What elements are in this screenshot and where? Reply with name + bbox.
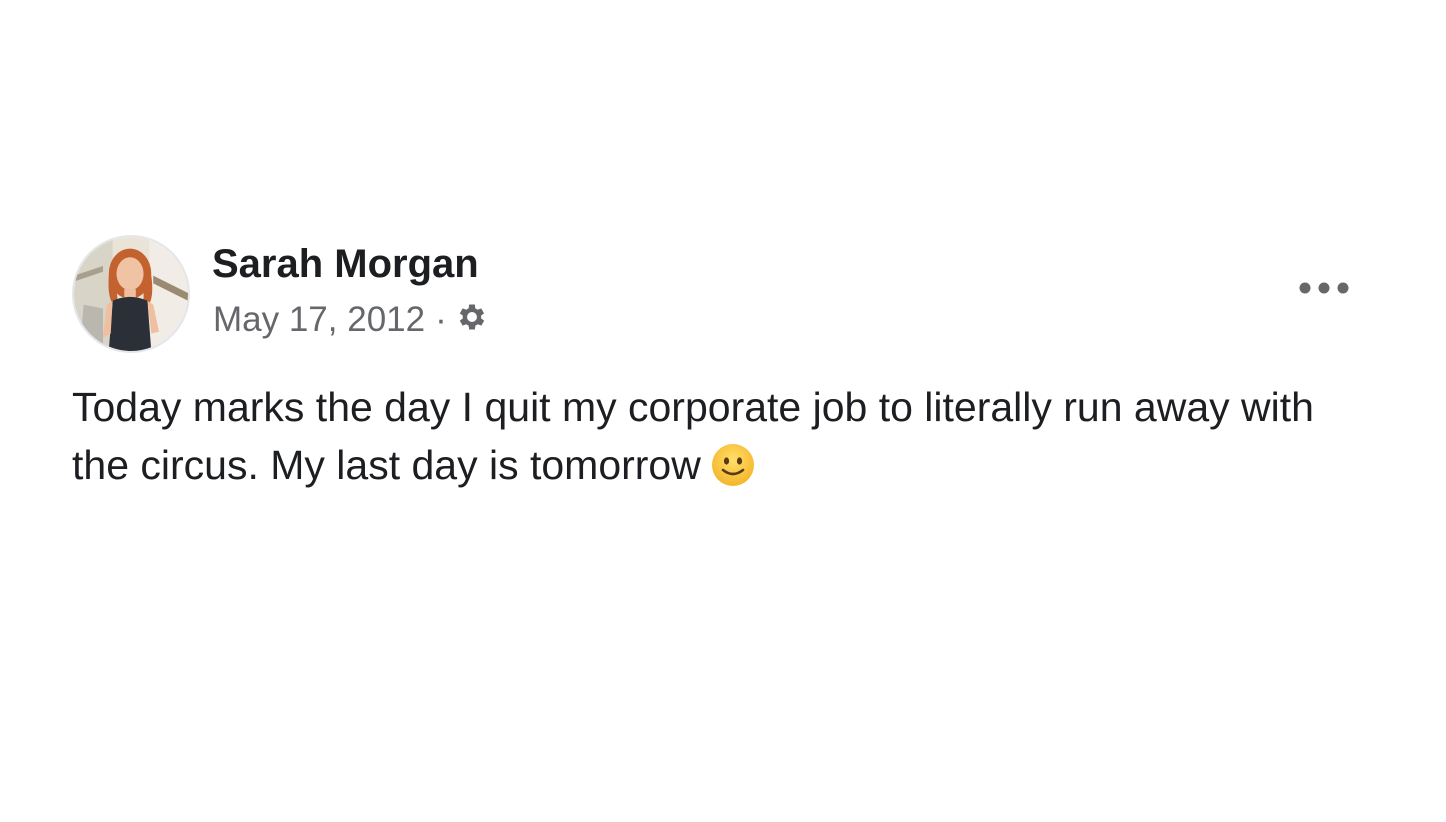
meta-separator: · bbox=[435, 300, 447, 339]
slightly-smiling-face-icon bbox=[709, 441, 757, 489]
gear-icon[interactable] bbox=[455, 300, 489, 334]
post-date[interactable]: May 17, 2012 bbox=[213, 300, 425, 340]
avatar-photo bbox=[74, 237, 188, 351]
post-meta: May 17, 2012 · bbox=[213, 298, 489, 342]
more-options-icon[interactable] bbox=[1296, 274, 1352, 302]
post-card: Sarah Morgan May 17, 2012 · Today marks … bbox=[0, 0, 1446, 822]
author-avatar[interactable] bbox=[72, 235, 190, 353]
post-body: Today marks the day I quit my corporate … bbox=[72, 378, 1372, 494]
author-name[interactable]: Sarah Morgan bbox=[212, 240, 479, 288]
post-text: Today marks the day I quit my corporate … bbox=[72, 384, 1314, 488]
